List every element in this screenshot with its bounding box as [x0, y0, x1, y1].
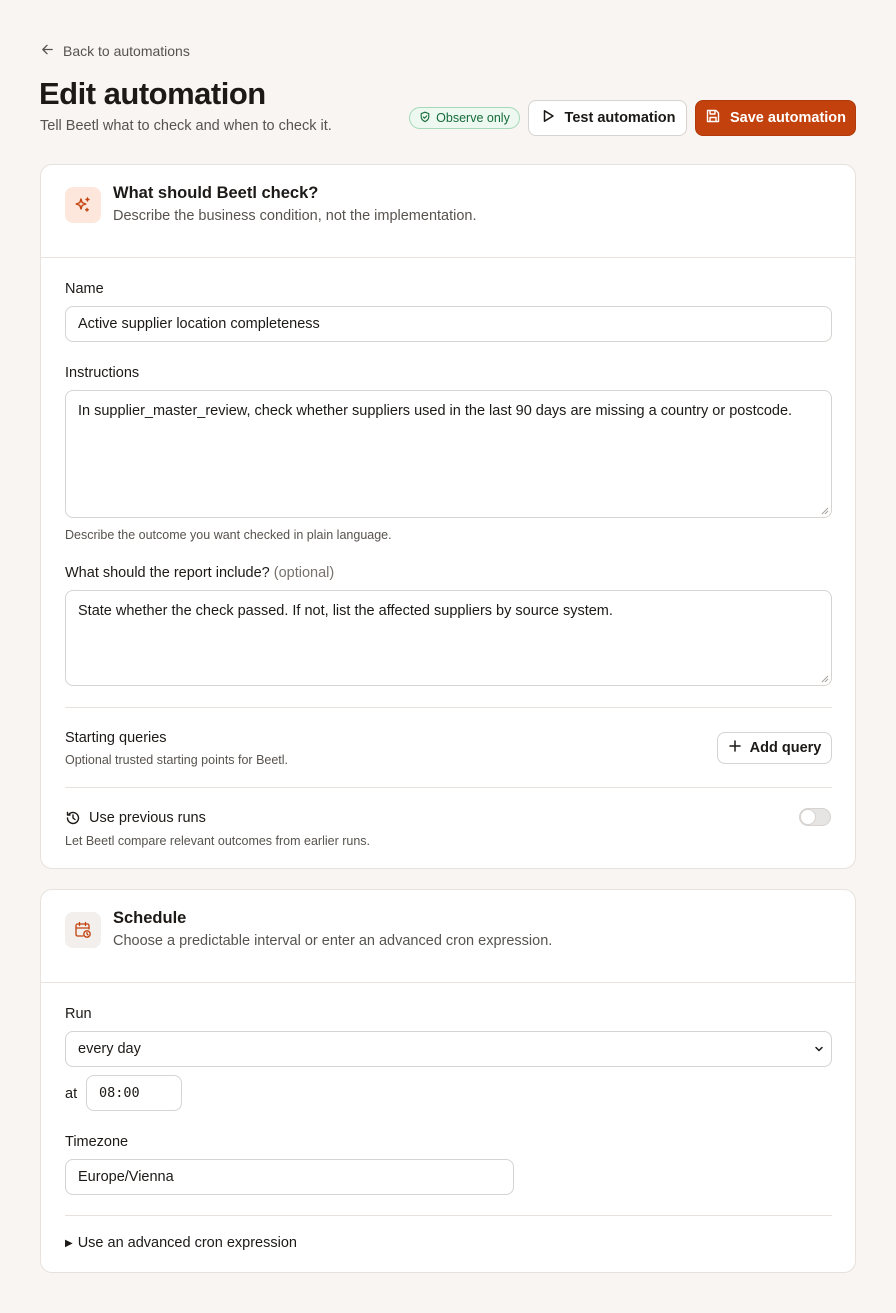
schedule-card-subtitle: Choose a predictable interval or enter a… [113, 933, 553, 949]
time-input[interactable]: 08:00 [86, 1075, 182, 1111]
save-icon [705, 108, 721, 128]
section-divider [65, 707, 832, 708]
plus-icon [728, 739, 742, 757]
check-definition-card: What should Beetl check? Describe the bu… [40, 164, 856, 869]
save-automation-label: Save automation [729, 110, 847, 126]
run-interval-select[interactable]: every day [65, 1031, 832, 1067]
save-automation-button[interactable]: Save automation [695, 100, 856, 136]
starting-queries-hint: Optional trusted starting points for Bee… [65, 753, 289, 767]
name-label: Name [65, 281, 104, 297]
instructions-text: In supplier_master_review, check whether… [78, 403, 793, 419]
timezone-label: Timezone [65, 1134, 129, 1150]
back-link-label: Back to automations [63, 43, 190, 59]
report-textarea[interactable]: State whether the check passed. If not, … [65, 590, 832, 686]
back-to-automations-link[interactable]: Back to automations [40, 41, 190, 61]
page-subtitle: Tell Beetl what to check and when to che… [40, 118, 332, 134]
card-header-divider [41, 257, 855, 258]
run-interval-value: every day [78, 1041, 141, 1057]
add-query-button[interactable]: Add query [717, 732, 832, 764]
page-title: Edit automation [39, 76, 266, 111]
history-icon [65, 810, 81, 826]
instructions-hint: Describe the outcome you want checked in… [65, 528, 392, 542]
name-input[interactable]: Active supplier location completeness [65, 306, 832, 342]
run-label: Run [65, 1006, 92, 1022]
schedule-card-title: Schedule [113, 909, 187, 927]
check-card-title: What should Beetl check? [113, 184, 319, 202]
section-divider [65, 787, 832, 788]
play-icon [540, 108, 556, 128]
card-header-divider [41, 982, 855, 983]
report-label-text: What should the report include? [65, 565, 270, 581]
observe-only-badge: Observe only [409, 107, 520, 129]
resize-grip-icon[interactable] [819, 673, 829, 683]
previous-runs-hint: Let Beetl compare relevant outcomes from… [65, 834, 370, 848]
check-card-subtitle: Describe the business condition, not the… [113, 208, 477, 224]
test-automation-button[interactable]: Test automation [528, 100, 687, 136]
previous-runs-toggle[interactable] [799, 808, 831, 826]
calendar-clock-icon [65, 912, 101, 948]
test-automation-label: Test automation [564, 110, 676, 126]
section-divider [65, 1215, 832, 1216]
report-optional-tag: (optional) [273, 565, 335, 581]
previous-runs-row: Use previous runs [65, 810, 206, 826]
starting-queries-title: Starting queries [65, 730, 167, 746]
previous-runs-label: Use previous runs [89, 810, 206, 826]
schedule-card: Schedule Choose a predictable interval o… [40, 889, 856, 1273]
advanced-cron-toggle[interactable]: ▶ Use an advanced cron expression [65, 1235, 297, 1251]
report-text: State whether the check passed. If not, … [78, 603, 613, 619]
resize-grip-icon[interactable] [819, 505, 829, 515]
at-label: at [65, 1086, 78, 1102]
arrow-left-icon [40, 42, 55, 60]
add-query-label: Add query [749, 740, 822, 756]
instructions-label: Instructions [65, 365, 140, 381]
timezone-input[interactable]: Europe/Vienna [65, 1159, 514, 1195]
disclosure-triangle-icon: ▶ [65, 1237, 73, 1249]
chevron-down-icon [813, 1043, 825, 1055]
advanced-cron-label: Use an advanced cron expression [77, 1235, 297, 1251]
report-label: What should the report include? (optiona… [65, 565, 334, 581]
toggle-knob [801, 810, 815, 824]
badge-label: Observe only [436, 111, 510, 125]
sparkles-icon [65, 187, 101, 223]
instructions-textarea[interactable]: In supplier_master_review, check whether… [65, 390, 832, 518]
shield-check-icon [419, 111, 431, 126]
